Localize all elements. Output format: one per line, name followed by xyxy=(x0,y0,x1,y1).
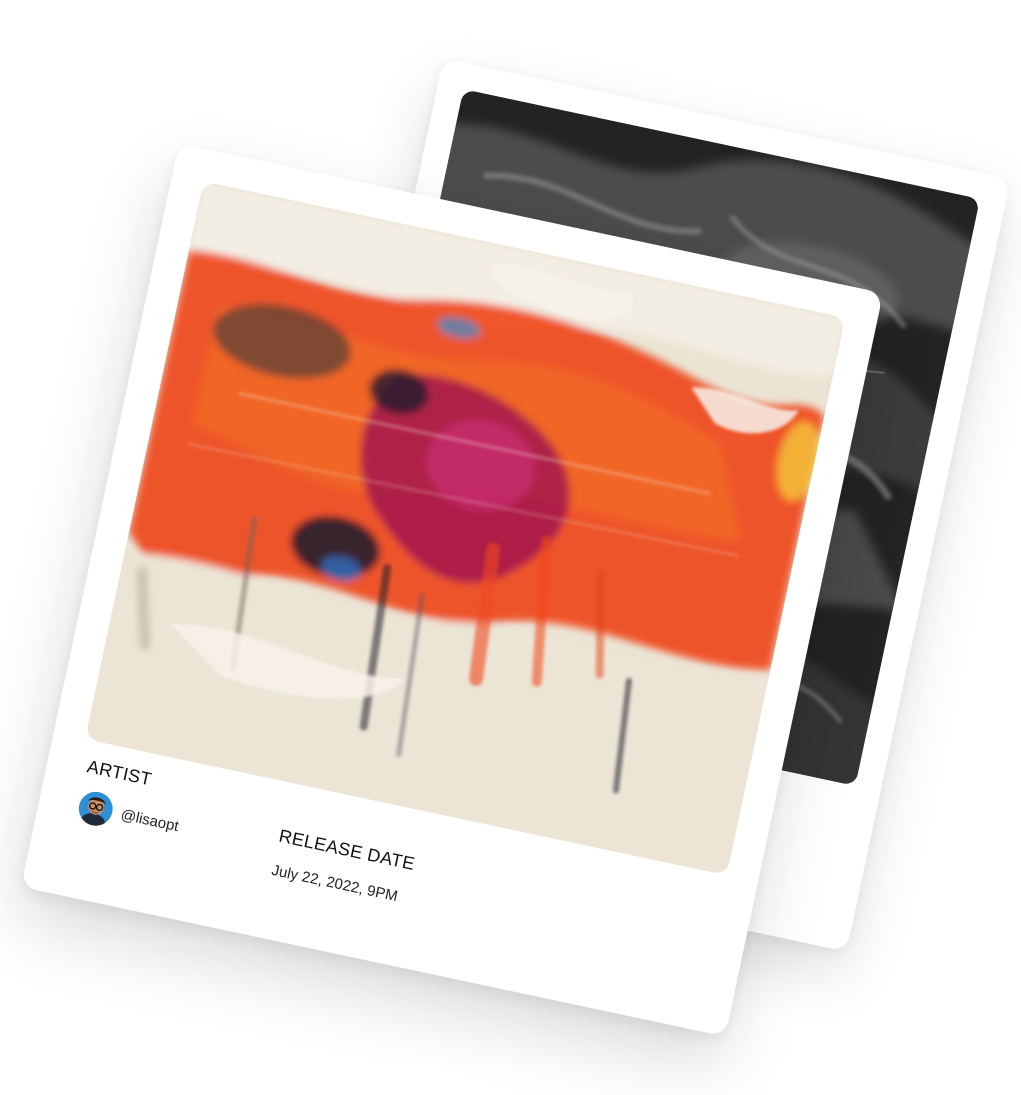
release-section: RELEASE DATE July 22, 2022, 9PM xyxy=(270,826,417,908)
artist-handle[interactable]: @lisaopt xyxy=(119,806,180,835)
artist-section: ARTIST @lisaopt xyxy=(76,756,189,843)
avatar-icon[interactable] xyxy=(76,789,116,829)
stage: ARTIST @lisaopt RELEASE DATE July 22, 20… xyxy=(0,0,1021,1095)
artist-row[interactable]: @lisaopt xyxy=(76,789,182,843)
front-artwork-image xyxy=(85,181,846,876)
